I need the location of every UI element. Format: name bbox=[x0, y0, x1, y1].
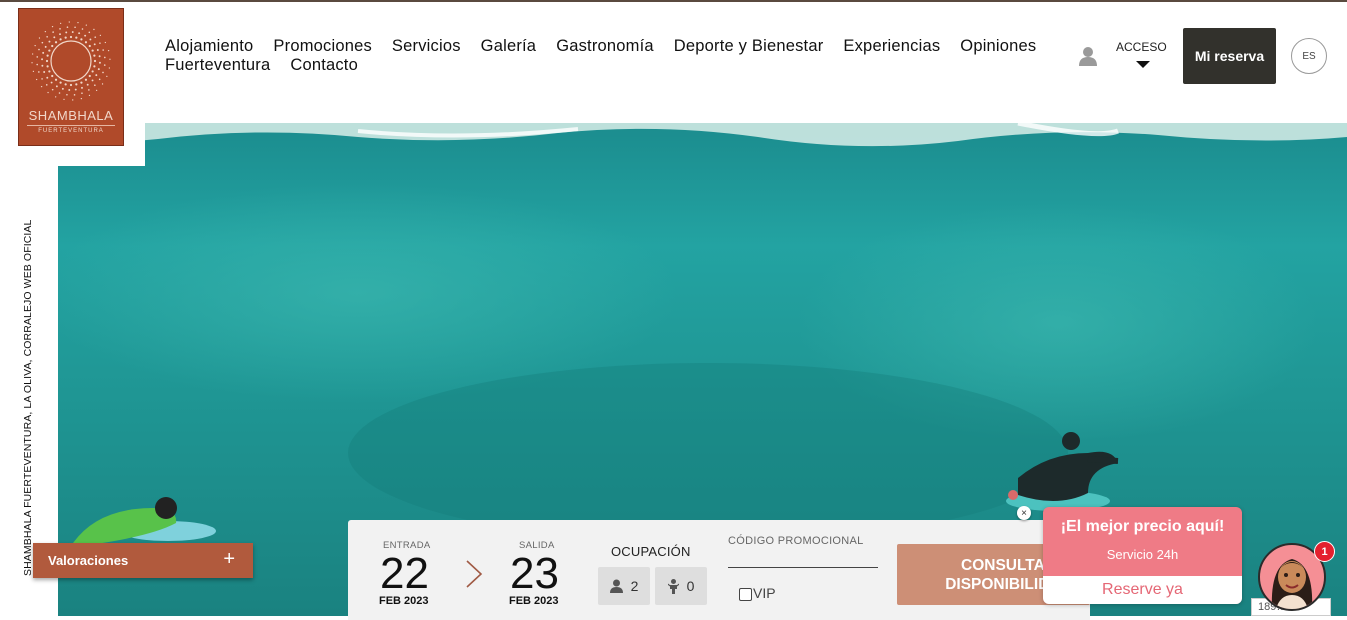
nav-item-deporte-bienestar[interactable]: Deporte y Bienestar bbox=[674, 37, 824, 56]
nav-item-fuerteventura[interactable]: Fuerteventura bbox=[165, 56, 270, 75]
nav-item-contacto[interactable]: Contacto bbox=[290, 56, 358, 75]
entrada-month: FEB 2023 bbox=[379, 595, 429, 607]
adult-icon bbox=[609, 579, 623, 593]
booking-bar: ENTRADA 22 FEB 2023 SALIDA 23 FEB 2023 O… bbox=[348, 520, 1090, 620]
promo-code-caption: CÓDIGO PROMOCIONAL bbox=[728, 535, 864, 547]
salida-month: FEB 2023 bbox=[509, 595, 559, 607]
nav-item-alojamiento[interactable]: Alojamiento bbox=[165, 37, 253, 56]
side-vertical-text: SHAMBHALA FUERTEVENTURA, LA OLIVA, CORRA… bbox=[22, 219, 34, 576]
promo-title: ¡El mejor precio aquí! bbox=[1060, 518, 1225, 535]
main-navigation: Alojamiento Promociones Servicios Galerí… bbox=[165, 37, 1045, 75]
nav-item-galeria[interactable]: Galería bbox=[481, 37, 537, 56]
nav-item-servicios[interactable]: Servicios bbox=[392, 37, 461, 56]
nav-item-gastronomia[interactable]: Gastronomía bbox=[556, 37, 654, 56]
valoraciones-panel[interactable]: Valoraciones + bbox=[33, 543, 253, 578]
adults-count: 2 bbox=[630, 578, 639, 594]
children-selector[interactable]: 0 bbox=[655, 567, 707, 605]
user-icon[interactable] bbox=[1078, 46, 1098, 66]
language-selector[interactable]: ES bbox=[1291, 38, 1327, 74]
ocupacion-caption: OCUPACIÓN bbox=[611, 544, 691, 559]
caret-down-icon[interactable] bbox=[1136, 61, 1150, 68]
vip-label: VIP bbox=[753, 585, 776, 601]
plus-icon[interactable]: + bbox=[223, 548, 235, 571]
salida-day[interactable]: 23 bbox=[510, 552, 559, 596]
logo-area: SHAMBHALA FUERTEVENTURA bbox=[0, 2, 145, 166]
adults-selector[interactable]: 2 bbox=[598, 567, 650, 605]
notification-badge: 1 bbox=[1314, 541, 1335, 562]
vip-checkbox[interactable] bbox=[739, 588, 752, 601]
promo-subtitle: Servicio 24h bbox=[1106, 547, 1179, 562]
top-border bbox=[0, 0, 1347, 2]
chevron-right-icon bbox=[466, 560, 483, 588]
promo-code-input[interactable] bbox=[728, 567, 878, 568]
close-icon[interactable]: × bbox=[1017, 506, 1031, 520]
children-count: 0 bbox=[686, 578, 695, 594]
best-price-popup: ¡El mejor precio aquí! Servicio 24h Rese… bbox=[1043, 507, 1242, 604]
nav-item-experiencias[interactable]: Experiencias bbox=[843, 37, 940, 56]
nav-item-opiniones[interactable]: Opiniones bbox=[960, 37, 1036, 56]
nav-item-promociones[interactable]: Promociones bbox=[273, 37, 372, 56]
reserve-ya-button[interactable]: Reserve ya bbox=[1043, 576, 1242, 604]
logo-name: SHAMBHALA bbox=[28, 108, 114, 123]
logo-divider bbox=[27, 125, 115, 126]
mi-reserva-button[interactable]: Mi reserva bbox=[1183, 28, 1276, 84]
valoraciones-label: Valoraciones bbox=[48, 553, 129, 568]
acceso-label[interactable]: ACCESO bbox=[1116, 40, 1167, 54]
child-icon bbox=[667, 578, 679, 594]
entrada-day[interactable]: 22 bbox=[380, 552, 429, 596]
shambhala-logo[interactable]: SHAMBHALA FUERTEVENTURA bbox=[18, 8, 124, 146]
sun-logo-icon bbox=[31, 21, 111, 101]
logo-subtitle: FUERTEVENTURA bbox=[38, 128, 104, 134]
